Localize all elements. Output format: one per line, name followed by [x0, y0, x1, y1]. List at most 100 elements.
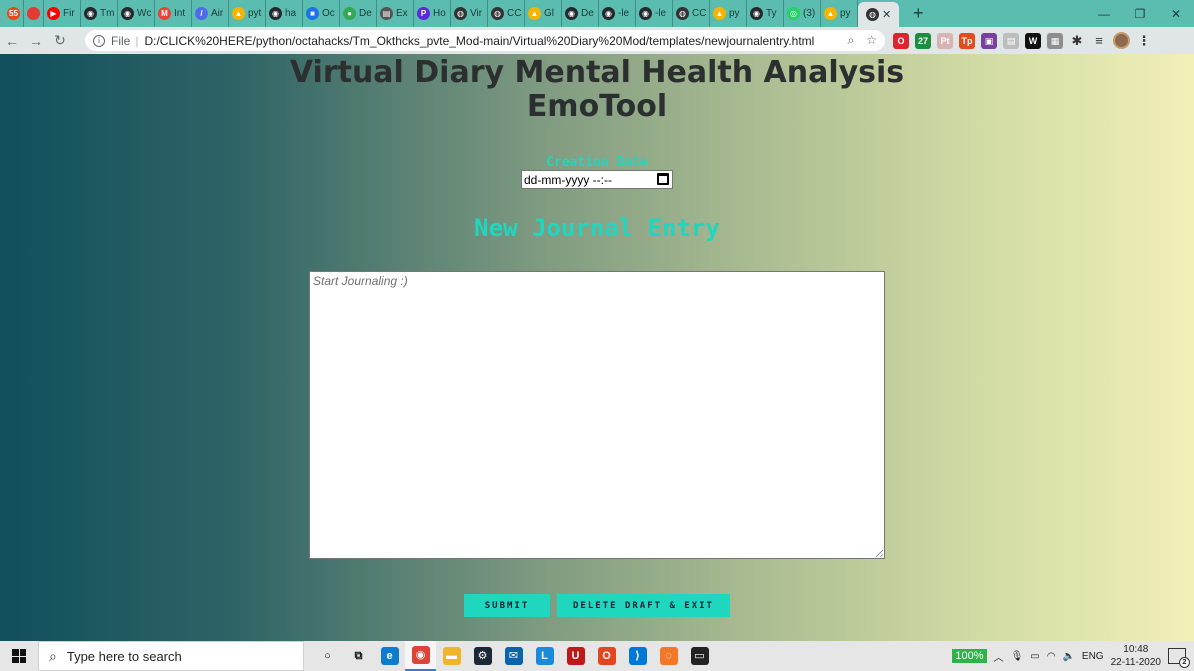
volume-icon[interactable]: 🔈 [1062, 651, 1074, 662]
browser-tab[interactable]: P Ho [414, 0, 451, 27]
pinterest-ext-icon[interactable]: Pt [937, 32, 953, 49]
browser-tab-strip: 55 ▶ Fir ◉ Tm ◉ Wc M Int / Air ▲ pyt ◉ ha ■ Oc ● De ▤ Ex P Ho ◍… [0, 0, 1194, 27]
zoom-icon[interactable]: ⌕ [848, 33, 855, 48]
bookmark-star-icon[interactable]: ☆ [866, 33, 877, 48]
profile-avatar[interactable] [1113, 32, 1130, 49]
info-icon[interactable]: i [93, 34, 105, 47]
browser-tab[interactable]: / Air [192, 0, 229, 27]
browser-tab[interactable]: ● De [340, 0, 377, 27]
steam-taskbar-button[interactable]: ⚙ [467, 641, 498, 671]
page-content: Virtual Diary Mental Health Analysis Emo… [0, 54, 1194, 641]
delete-draft-exit-button[interactable]: DELETE DRAFT & EXIT [557, 594, 730, 617]
vscode-taskbar-button[interactable]: ⟩ [622, 641, 653, 671]
reload-button[interactable]: ↻ [48, 32, 72, 49]
submit-button[interactable]: SUBMIT [464, 594, 550, 617]
address-scheme: File [111, 33, 131, 48]
forward-button[interactable]: → [24, 33, 48, 49]
tab-title: Oc [322, 8, 335, 19]
tab-favicon-icon: ▲ [232, 7, 245, 20]
box-ext-icon[interactable]: ▦ [1047, 32, 1063, 49]
browser-tab[interactable]: ◉ Wc [118, 0, 155, 27]
mw-ext-icon[interactable]: W [1025, 32, 1041, 49]
mail-icon: ✉ [504, 647, 523, 665]
browser-tab[interactable]: ▲ py [710, 0, 747, 27]
close-tab-icon[interactable]: ✕ [882, 8, 891, 21]
save-ext-icon[interactable]: ▣ [981, 32, 997, 49]
edge-taskbar-button[interactable]: e [374, 641, 405, 671]
puzzle-extensions-icon[interactable]: ✱ [1069, 33, 1085, 49]
tab-title: Ty [766, 8, 777, 19]
address-bar[interactable]: i File | D:/CLICK%20HERE/python/octahack… [85, 30, 885, 51]
browser-tab[interactable]: ◉ De [562, 0, 599, 27]
cortana-taskbar-button[interactable]: ○ [312, 641, 343, 671]
browser-tab[interactable]: ◉ Tm [81, 0, 118, 27]
taskbar-pinned-apps: ○ ⧉ e ◉ ▬ ⚙ ✉ L U O ⟩ ◌ ▭ [312, 641, 715, 671]
browser-tab[interactable]: ▲ pyt [229, 0, 266, 27]
language-indicator[interactable]: ENG [1082, 651, 1104, 662]
tab-favicon-icon: ■ [306, 7, 319, 20]
vscode-icon: ⟩ [628, 647, 647, 665]
new-tab-button[interactable]: + [905, 3, 931, 24]
browser-tab[interactable]: ◉ Ty [747, 0, 784, 27]
microphone-icon[interactable]: 🎙 [1011, 651, 1024, 662]
browser-tab[interactable]: ◉ ha [266, 0, 303, 27]
restore-button[interactable]: ❐ [1122, 0, 1158, 27]
chrome-taskbar-button[interactable]: ◉ [405, 641, 436, 671]
address-url[interactable]: D:/CLICK%20HERE/python/octahacks/Tm_Okth… [144, 34, 814, 48]
browser-tab[interactable]: ◉ -le [636, 0, 673, 27]
l-app-taskbar-button[interactable]: L [529, 641, 560, 671]
jupyter-taskbar-button[interactable]: ◌ [653, 641, 684, 671]
browser-tab[interactable]: M Int [155, 0, 192, 27]
tab-title: py [729, 8, 740, 19]
tp-ext-icon[interactable]: Tp [959, 32, 975, 49]
battery-indicator[interactable]: 100% [952, 649, 987, 663]
browser-tab[interactable]: ■ Oc [303, 0, 340, 27]
opera-icon[interactable]: O [893, 32, 909, 49]
tab-title: Int [174, 8, 186, 19]
office-taskbar-button[interactable]: O [591, 641, 622, 671]
browser-tab[interactable]: ▤ Ex [377, 0, 414, 27]
office-icon: O [597, 647, 616, 665]
tab-title: Ex [396, 8, 408, 19]
browser-tab[interactable]: ◍ CC [673, 0, 710, 27]
reading-list-icon[interactable]: ≡ [1091, 33, 1107, 49]
browser-tab[interactable] [24, 0, 44, 27]
creation-date-input[interactable]: dd-mm-yyyy --:-- [521, 170, 673, 189]
browser-tab[interactable]: 55 [4, 0, 24, 27]
clock-date: 22-11-2020 [1110, 657, 1161, 668]
journal-textarea[interactable]: Start Journaling :) [309, 271, 885, 559]
notification-center-icon[interactable]: 2 [1168, 648, 1190, 668]
tab-favicon-icon: ◉ [121, 7, 134, 20]
terminal-taskbar-button[interactable]: ▭ [684, 641, 715, 671]
calendar-icon[interactable] [657, 173, 669, 185]
taskbar-search-box[interactable]: ⌕ Type here to search [38, 641, 304, 671]
browser-tab[interactable]: ▲ py [821, 0, 858, 27]
browser-tab[interactable]: ◎ (3) [784, 0, 821, 27]
browser-tab[interactable]: ▶ Fir [44, 0, 81, 27]
browser-tab[interactable]: ◉ -le [599, 0, 636, 27]
grey-ext-icon[interactable]: ▤ [1003, 32, 1019, 49]
clock[interactable]: 10:48 22-11-2020 [1111, 643, 1161, 669]
mail-taskbar-button[interactable]: ✉ [498, 641, 529, 671]
tray-chevron-icon[interactable]: ︿ [994, 649, 1004, 664]
wifi-icon[interactable]: ◠ [1047, 651, 1056, 662]
browser-tab[interactable]: ◍ CC [488, 0, 525, 27]
close-window-button[interactable]: ✕ [1158, 0, 1194, 27]
calendar-ext-icon[interactable]: 27 [915, 32, 931, 49]
mcafee-taskbar-button[interactable]: U [560, 641, 591, 671]
resize-handle-icon[interactable] [876, 550, 883, 557]
back-button[interactable]: ← [0, 33, 24, 49]
browser-tab-active[interactable]: ◍ ✕ [858, 2, 900, 27]
battery-icon[interactable]: ▭ [1030, 651, 1039, 662]
tab-title: ha [285, 8, 297, 19]
start-button[interactable] [0, 641, 38, 671]
menu-kebab-icon[interactable]: ⋮ [1136, 33, 1152, 49]
minimize-button[interactable]: — [1086, 0, 1122, 27]
task-view-taskbar-button[interactable]: ⧉ [343, 641, 374, 671]
browser-tab[interactable]: ▲ Gl [525, 0, 562, 27]
browser-tab[interactable]: ◍ Vir [451, 0, 488, 27]
file-explorer-taskbar-button[interactable]: ▬ [436, 641, 467, 671]
journal-placeholder: Start Journaling :) [313, 274, 408, 288]
windows-logo-icon [12, 649, 26, 663]
tab-title: Ho [433, 8, 446, 19]
